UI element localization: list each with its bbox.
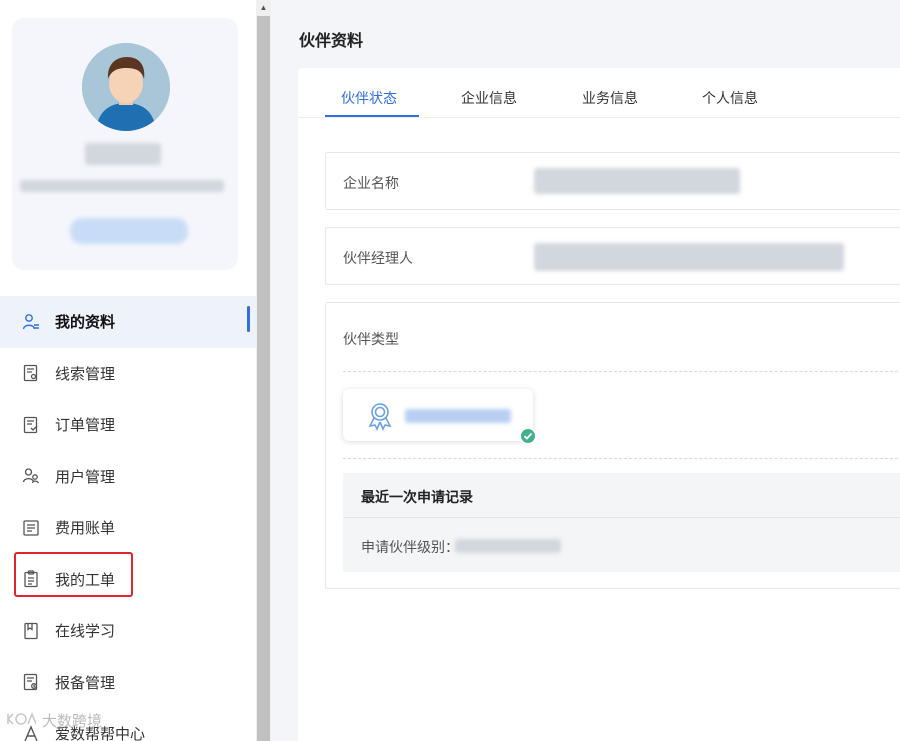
award-ribbon-icon (365, 401, 395, 436)
partner-type-label: 伙伴类型 (343, 331, 399, 347)
record-title: 最近一次申请记录 (361, 489, 473, 505)
watermark-logo-icon (6, 711, 37, 731)
watermark-text: 大数跨境 (42, 713, 103, 730)
partner-type-value-blurred (405, 409, 511, 423)
scroll-thumb[interactable] (257, 16, 270, 741)
menu-item-report-management[interactable]: 报备管理 (0, 657, 256, 709)
menu-label: 用户管理 (55, 468, 116, 486)
report-document-icon (22, 673, 40, 691)
tab-personal-info[interactable]: 个人信息 (702, 88, 758, 108)
tab-company-info[interactable]: 企业信息 (461, 88, 517, 108)
menu-label: 我的工单 (55, 571, 116, 589)
company-name-label: 企业名称 (343, 175, 399, 191)
sidebar-menu: 我的资料 线索管理 订单管理 用户管理 费用账单 我的工单 在线学习 报备管理 … (0, 296, 256, 741)
profile-card (12, 18, 238, 270)
scroll-up-arrow-icon[interactable]: ▲ (256, 0, 271, 16)
menu-label: 报备管理 (55, 674, 116, 692)
menu-item-my-profile[interactable]: 我的资料 (0, 296, 256, 348)
users-icon (22, 467, 40, 485)
sidebar: 我的资料 线索管理 订单管理 用户管理 费用账单 我的工单 在线学习 报备管理 … (0, 0, 256, 741)
menu-label: 在线学习 (55, 623, 116, 641)
page-title: 伙伴资料 (299, 33, 364, 50)
lead-document-icon (22, 364, 40, 382)
record-level-label: 申请伙伴级别： (361, 539, 459, 555)
menu-item-online-learning[interactable]: 在线学习 (0, 605, 256, 657)
active-tab-indicator (325, 115, 419, 117)
tab-partner-status[interactable]: 伙伴状态 (341, 88, 397, 108)
menu-label: 费用账单 (55, 520, 116, 538)
tab-bar: 伙伴状态 企业信息 业务信息 个人信息 (298, 68, 900, 118)
username-blurred (85, 143, 161, 165)
sidebar-scrollbar[interactable]: ▲ (256, 0, 271, 741)
tab-business-info[interactable]: 业务信息 (582, 88, 638, 108)
partner-manager-label: 伙伴经理人 (343, 250, 413, 266)
menu-item-my-tickets[interactable]: 我的工单 (0, 554, 256, 606)
company-name-field: 企业名称 (325, 152, 900, 210)
menu-label: 订单管理 (55, 417, 116, 435)
menu-item-lead-management[interactable]: 线索管理 (0, 348, 256, 400)
record-level-value-blurred (455, 539, 561, 553)
dashed-divider (343, 371, 900, 372)
avatar (82, 43, 170, 131)
partner-level-tag-blurred (70, 218, 188, 244)
partner-type-badge[interactable] (343, 389, 537, 445)
menu-item-bill[interactable]: 费用账单 (0, 502, 256, 554)
clipboard-icon (22, 570, 40, 588)
menu-label: 线索管理 (55, 365, 116, 383)
record-header: 最近一次申请记录 (343, 473, 900, 518)
menu-item-user-management[interactable]: 用户管理 (0, 451, 256, 503)
main-content: 伙伴资料 伙伴状态 企业信息 业务信息 个人信息 企业名称 伙伴经理人 伙伴类型 (271, 0, 900, 741)
partner-manager-value-blurred (534, 243, 844, 271)
menu-label: 我的资料 (55, 314, 116, 332)
user-profile-icon (22, 313, 40, 331)
partner-type-section: 伙伴类型 最近一次申请记录 申请伙伴级别： (325, 302, 900, 589)
company-name-value-blurred (534, 168, 740, 194)
partner-manager-field: 伙伴经理人 (325, 227, 900, 285)
check-badge-icon (519, 427, 537, 445)
content-card: 伙伴状态 企业信息 业务信息 个人信息 企业名称 伙伴经理人 伙伴类型 最近一次… (298, 68, 900, 741)
dashed-divider (343, 458, 900, 459)
bill-icon (22, 519, 40, 537)
latest-application-record: 最近一次申请记录 申请伙伴级别： (343, 473, 900, 572)
book-icon (22, 622, 40, 640)
order-document-icon (22, 416, 40, 434)
account-info-blurred (20, 180, 224, 192)
menu-item-order-management[interactable]: 订单管理 (0, 399, 256, 451)
watermark: 大数跨境 (6, 710, 102, 731)
